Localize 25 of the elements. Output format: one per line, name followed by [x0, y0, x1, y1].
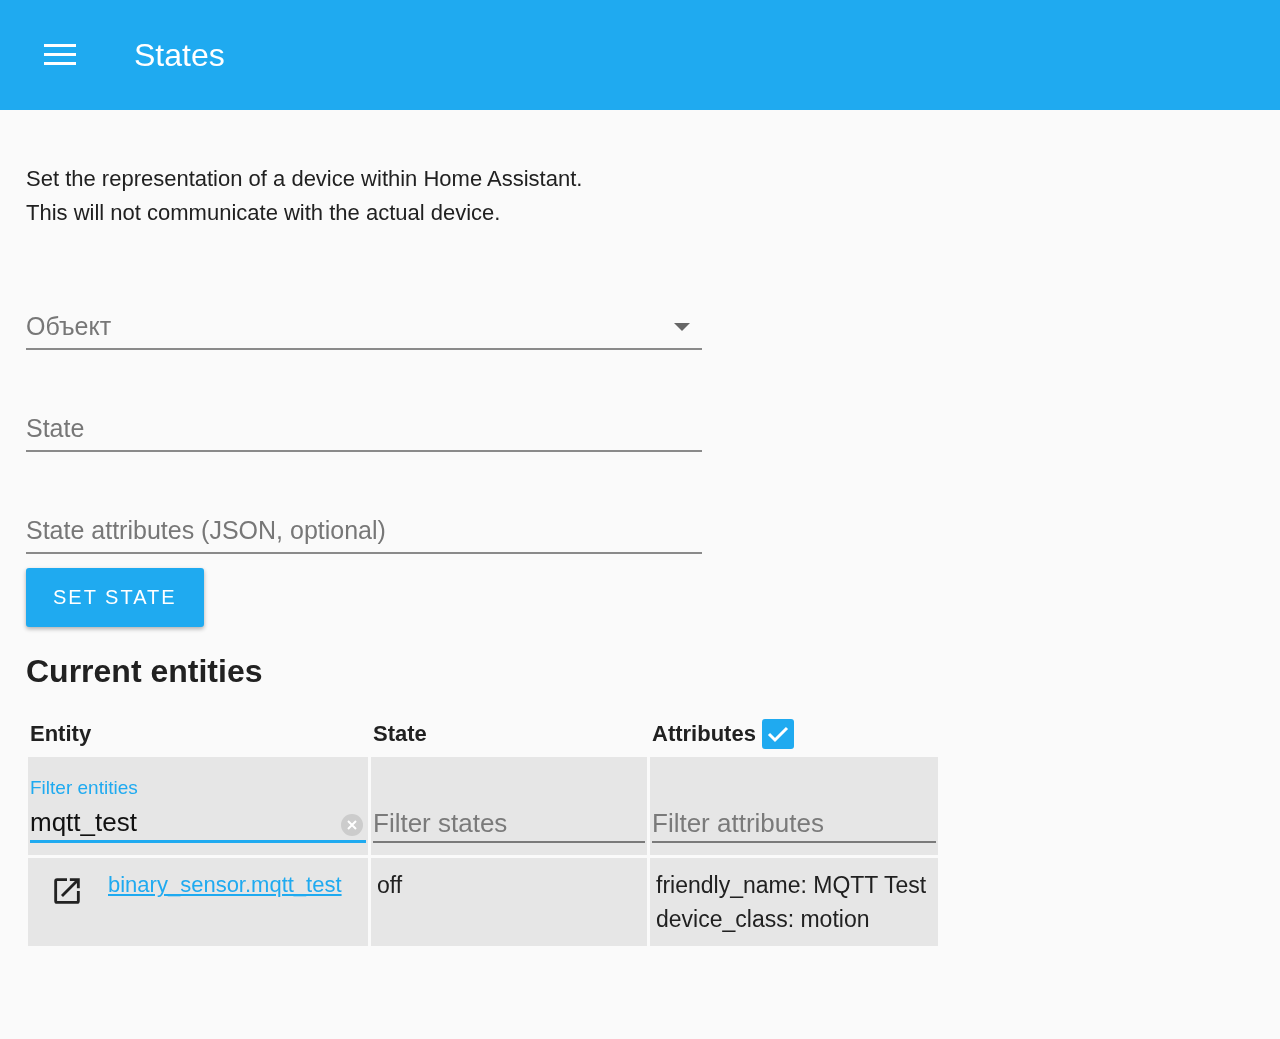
dropdown-caret-icon [674, 323, 690, 331]
column-header: Entity [30, 721, 92, 747]
filter-field[interactable]: Filter attributes [652, 808, 936, 843]
attributes-checkbox[interactable] [761, 719, 794, 749]
section-heading: Current entities [26, 653, 264, 690]
entity-dropdown[interactable]: Объект [26, 304, 702, 350]
state-text: off [377, 872, 403, 898]
filter-label: Filter entities [30, 777, 138, 799]
description-text: This will not communicate with the actual device. [26, 199, 502, 227]
column-header: State [373, 721, 427, 747]
filter-cell[interactable]: Filter attributes [650, 757, 938, 855]
column-header: Attributes [652, 721, 756, 747]
input-field[interactable]: State [26, 406, 702, 452]
attribute-text: friendly_name: MQTT Test [656, 871, 928, 900]
menu-button[interactable] [44, 44, 76, 66]
filter-field[interactable]: Filter states [373, 808, 645, 843]
menu-icon [44, 44, 76, 66]
checkmark-icon [766, 725, 789, 743]
description-text: Set the representation of a device within Home Assistant. [26, 165, 584, 193]
attribute-text: device_class: motion [656, 905, 871, 934]
input-field[interactable]: State attributes (JSON, optional) [26, 508, 702, 554]
filter-cell[interactable]: Filter entities mqtt_test [28, 757, 368, 855]
page-title: States [134, 36, 225, 74]
clear-icon[interactable] [340, 813, 364, 837]
filter-cell[interactable]: Filter states [371, 757, 647, 855]
